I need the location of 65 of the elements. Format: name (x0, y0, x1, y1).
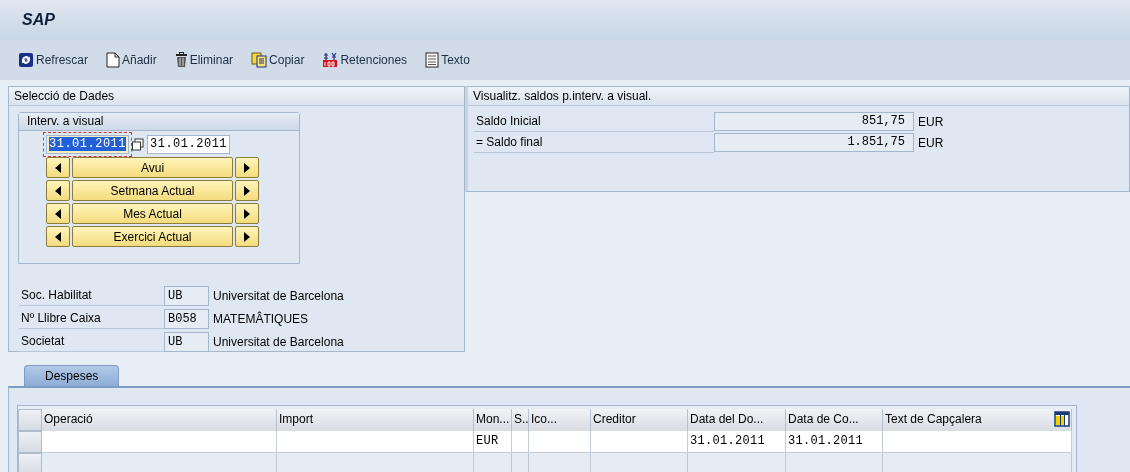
previous-button[interactable] (46, 180, 70, 201)
field-description: MATEMÂTIQUES (213, 311, 309, 326)
column-header[interactable]: Operació (42, 409, 277, 431)
table-cell: EUR (474, 431, 512, 453)
field-description: Universitat de Barcelona (213, 334, 344, 349)
field-description: Universitat de Barcelona (213, 288, 344, 303)
left-arrow-icon (55, 162, 61, 173)
next-button[interactable] (235, 157, 259, 178)
text-document-icon (425, 52, 440, 68)
column-header[interactable]: S.. (512, 409, 529, 431)
period-button[interactable]: Setmana Actual (72, 180, 233, 201)
balance-field: 1.851,75 (714, 133, 914, 152)
next-button[interactable] (235, 203, 259, 224)
column-header[interactable]: Text de Capçalera (883, 409, 1072, 431)
toolbar-button[interactable]: Eliminar (172, 52, 236, 68)
tab[interactable]: Despeses (24, 365, 120, 386)
period-button[interactable]: Exercici Actual (72, 226, 233, 247)
column-header[interactable]: Mon... (474, 409, 512, 431)
previous-button[interactable] (46, 203, 70, 224)
balance-label: = Saldo final (474, 132, 714, 153)
refresh-icon (18, 52, 34, 68)
column-header[interactable]: Ico... (529, 409, 591, 431)
column-settings-icon[interactable] (1054, 411, 1070, 427)
code-field: UB (164, 285, 209, 306)
next-button[interactable] (235, 180, 259, 201)
right-arrow-icon (244, 162, 250, 173)
document-icon (106, 52, 120, 68)
right-arrow-icon (244, 208, 250, 219)
toolbar-button[interactable]: Copiar (249, 52, 307, 68)
copy-icon (251, 52, 268, 68)
panel-title: Visualitz. saldos p.interv. a visual. (468, 87, 1129, 106)
toolbar-button[interactable]: Texto (423, 52, 472, 68)
next-button[interactable] (235, 226, 259, 247)
right-arrow-icon (244, 185, 250, 196)
code-field: UB (164, 331, 209, 352)
group-title: Interv. a visual (19, 113, 299, 131)
table-cell: 31.01.2011 (688, 431, 786, 453)
previous-button[interactable] (46, 157, 70, 178)
currency-icon (322, 52, 339, 68)
column-header[interactable]: Data del Do... (688, 409, 786, 431)
currency-label: EUR (918, 114, 944, 129)
column-header[interactable]: Creditor (591, 409, 688, 431)
period-button[interactable]: Mes Actual (72, 203, 233, 224)
toolbar-button[interactable]: Refrescar (16, 52, 90, 68)
column-header[interactable]: Data de Co... (786, 409, 883, 431)
trash-icon (174, 52, 188, 68)
multiple-selection-icon[interactable] (131, 137, 145, 152)
date-to-field[interactable]: 31.01.2011 (147, 135, 231, 154)
toolbar-button[interactable]: Añadir (104, 52, 159, 68)
previous-button[interactable] (46, 226, 70, 247)
window-title: SAP (22, 11, 55, 29)
panel-title: Selecció de Dades (9, 87, 464, 106)
period-button[interactable]: Avui (72, 157, 233, 178)
right-arrow-icon (244, 231, 250, 242)
currency-label: EUR (918, 135, 944, 150)
balance-field: 851,75 (714, 112, 914, 131)
left-arrow-icon (55, 185, 61, 196)
column-header[interactable]: Import (277, 409, 474, 431)
table-cell: 31.01.2011 (786, 431, 883, 453)
code-field: B058 (164, 308, 209, 329)
balance-label: Saldo Inicial (474, 111, 714, 132)
date-from-field[interactable]: 31.01.2011 (46, 135, 129, 154)
left-arrow-icon (55, 231, 61, 242)
left-arrow-icon (55, 208, 61, 219)
toolbar-button[interactable]: Retenciones (320, 52, 410, 68)
